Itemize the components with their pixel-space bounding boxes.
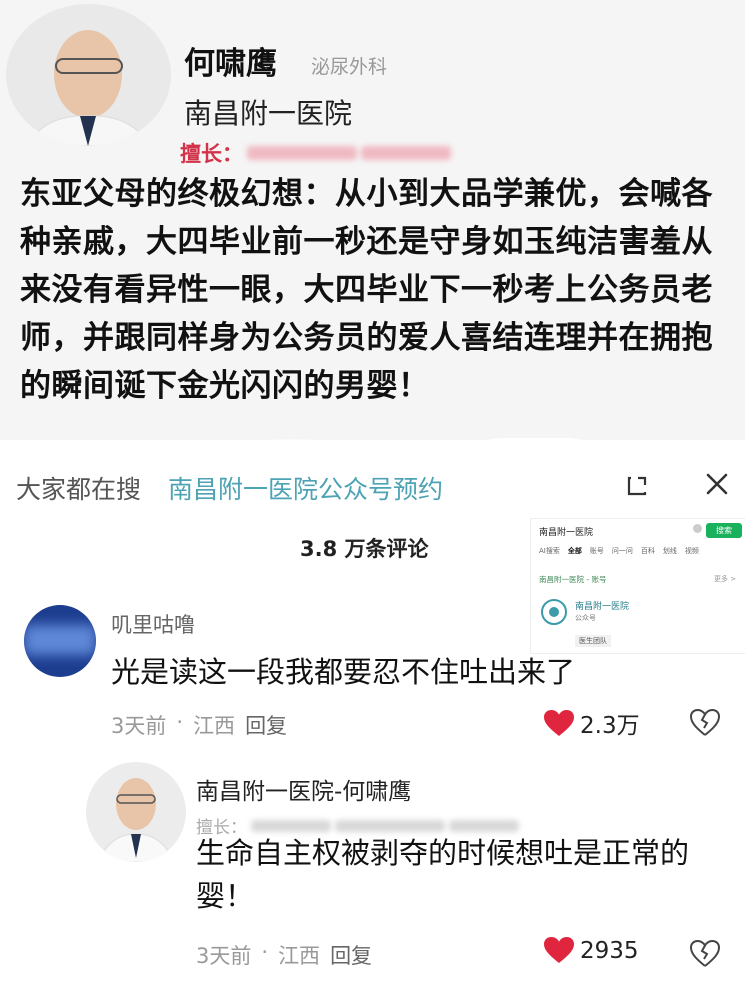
like-button[interactable]: 2.3万 [544, 706, 640, 740]
reply-button[interactable]: 回复 [330, 940, 372, 970]
heart-icon [544, 709, 574, 736]
reply-button[interactable]: 回复 [245, 710, 287, 740]
blurred-specialty [361, 146, 451, 160]
post-card: 何啸鹰 泌尿外科 南昌附一医院 擅长： 东亚父母的终极幻想：从小到大品学兼优，会… [0, 0, 745, 440]
comment-location: 江西 [193, 714, 236, 738]
inset-search-query: 南昌附一医院 [539, 528, 594, 538]
specialty-label: 擅长： [180, 142, 243, 166]
heart-icon [544, 937, 574, 963]
reply-location: 江西 [278, 944, 321, 968]
inset-more-link: 更多 > [714, 575, 737, 583]
blurred-specialty [247, 146, 357, 160]
inset-tab: 全部 [567, 547, 582, 555]
search-suggestion-link[interactable]: 南昌附一医院公众号预约 [168, 470, 443, 506]
inset-account-name: 南昌附一医院 [575, 602, 630, 612]
inset-account-type: 公众号 [575, 614, 596, 622]
inset-tab: 划线 [662, 547, 677, 555]
inset-tab: 视频 [684, 547, 699, 555]
close-icon[interactable] [703, 470, 731, 498]
like-count: 2.3万 [580, 713, 640, 739]
inset-search-button: 搜索 [706, 523, 742, 538]
comment-time: 3天前 [111, 714, 167, 738]
comment-meta: 3天前 · 江西 回复 [111, 710, 287, 740]
inset-tabs: AI搜索 全部 账号 问一问 百科 划线 视频 [539, 546, 699, 556]
like-count: 2935 [580, 937, 639, 964]
author-specialty: 擅长： [180, 138, 451, 168]
meta-dot: · [261, 940, 269, 964]
commenter-avatar[interactable] [24, 605, 96, 677]
like-button[interactable]: 2935 [544, 937, 639, 964]
search-result-screenshot: 南昌附一医院 搜索 AI搜索 全部 账号 问一问 百科 划线 视频 南昌附一医院… [530, 518, 745, 654]
broken-heart-icon[interactable] [690, 709, 720, 736]
reply-time: 3天前 [196, 944, 252, 968]
inset-tab: 百科 [640, 547, 655, 555]
search-suggestion-prefix: 大家都在搜 [16, 475, 142, 504]
broken-heart-icon[interactable] [690, 940, 720, 967]
blurred-specialty [251, 819, 331, 832]
comment-text: 光是读这一段我都要忍不住吐出来了 [111, 655, 576, 689]
hospital-logo-icon [541, 599, 567, 625]
inset-tab: AI搜索 [539, 547, 560, 555]
inset-tab: 账号 [589, 547, 604, 555]
author-hospital: 南昌附一医院 [184, 97, 353, 130]
expand-icon[interactable] [625, 474, 649, 498]
doctor-portrait-icon [97, 778, 175, 862]
blurred-specialty [449, 819, 519, 832]
inset-account-tag: 医生团队 [575, 635, 611, 647]
replier-name[interactable]: 南昌附一医院-何啸鹰 [196, 772, 411, 806]
blurred-specialty [335, 819, 445, 832]
doctor-portrait-icon [25, 30, 152, 146]
clear-icon [693, 524, 702, 533]
inset-section-title: 南昌附一医院 - 账号 [539, 575, 607, 584]
commenter-name[interactable]: 叽里咕噜 [111, 609, 195, 639]
inset-tab: 问一问 [611, 547, 633, 555]
meta-dot: · [176, 710, 184, 734]
post-body: 东亚父母的终极幻想：从小到大品学兼优，会喊各种亲戚，大四毕业前一秒还是守身如玉纯… [20, 176, 713, 404]
doctor-avatar[interactable] [6, 4, 171, 146]
comment-count: 3.8 万条评论 [300, 537, 429, 561]
author-department: 泌尿外科 [311, 56, 388, 78]
reply-meta: 3天前 · 江西 回复 [196, 940, 372, 970]
author-name[interactable]: 何啸鹰 [184, 38, 277, 83]
reply-text: 生命自主权被剥夺的时候想吐是正常的婴！ [196, 836, 690, 913]
torn-divider [0, 438, 745, 450]
replier-avatar[interactable] [86, 762, 186, 862]
